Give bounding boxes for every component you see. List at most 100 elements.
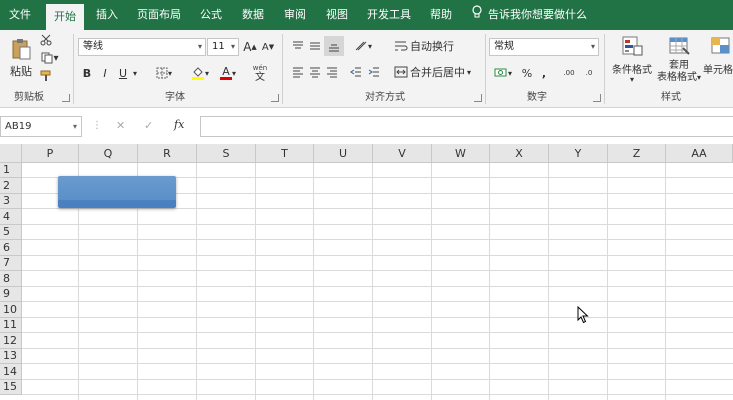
- conditional-formatting-button[interactable]: 条件格式 ▾: [609, 34, 655, 88]
- gridline: [22, 224, 733, 225]
- decrease-indent-icon: [350, 67, 361, 77]
- percent-button[interactable]: %: [520, 64, 534, 82]
- align-middle-button[interactable]: [307, 38, 323, 54]
- shrink-font-button[interactable]: A ▼: [260, 38, 276, 56]
- borders-button[interactable]: ▾: [150, 64, 178, 82]
- merge-cells-icon: [394, 66, 408, 78]
- column-header[interactable]: W: [432, 144, 490, 163]
- column-header[interactable]: S: [197, 144, 256, 163]
- decrease-indent-button[interactable]: [348, 64, 364, 80]
- row-header[interactable]: 8: [0, 271, 22, 287]
- font-launcher-icon[interactable]: [271, 94, 279, 102]
- accounting-format-button[interactable]: ▾: [490, 64, 516, 82]
- row-header[interactable]: 14: [0, 364, 22, 380]
- cell-styles-button[interactable]: 单元格: [703, 34, 733, 88]
- gridline: [489, 163, 490, 400]
- tab-home[interactable]: 开始: [46, 4, 84, 30]
- column-header[interactable]: Z: [608, 144, 666, 163]
- row-header[interactable]: 6: [0, 240, 22, 256]
- paint-bucket-icon: [191, 67, 204, 80]
- tab-developer[interactable]: 开发工具: [360, 0, 418, 30]
- comma-button[interactable]: ,: [538, 64, 550, 82]
- tab-view[interactable]: 视图: [318, 0, 356, 30]
- tab-help[interactable]: 帮助: [422, 0, 460, 30]
- select-all-corner[interactable]: [0, 144, 22, 163]
- row-header[interactable]: 11: [0, 318, 22, 333]
- gridline: [22, 239, 733, 240]
- column-header[interactable]: Y: [549, 144, 608, 163]
- tab-formulas[interactable]: 公式: [192, 0, 230, 30]
- enter-entry-icon[interactable]: ✓: [144, 119, 153, 132]
- worksheet-grid[interactable]: P Q R S T U V W X Y Z AA 1 2 3 4 5 6 7 8…: [0, 144, 733, 400]
- font-name-select[interactable]: 等线 ▾: [78, 38, 206, 56]
- clipboard-launcher-icon[interactable]: [62, 94, 70, 102]
- font-color-button[interactable]: A ▾: [214, 64, 242, 82]
- row-header[interactable]: 4: [0, 209, 22, 225]
- align-bottom-button[interactable]: [324, 36, 344, 56]
- italic-button[interactable]: I: [98, 64, 112, 82]
- column-header[interactable]: P: [22, 144, 79, 163]
- row-header[interactable]: 5: [0, 225, 22, 240]
- row-header[interactable]: 15: [0, 380, 22, 395]
- borders-icon: [156, 67, 168, 79]
- gridline: [548, 163, 549, 400]
- row-header[interactable]: 10: [0, 302, 22, 318]
- rectangle-shape[interactable]: [58, 176, 176, 208]
- tab-file[interactable]: 文件: [0, 0, 40, 30]
- bold-button[interactable]: B: [80, 64, 94, 82]
- number-format-select[interactable]: 常规 ▾: [489, 38, 599, 56]
- decrease-decimal-button[interactable]: .0: [580, 64, 598, 82]
- tab-insert[interactable]: 插入: [88, 0, 126, 30]
- increase-indent-button[interactable]: [366, 64, 382, 80]
- align-top-button[interactable]: [290, 38, 306, 54]
- name-box[interactable]: AB19 ▾: [0, 116, 82, 137]
- gridline: [22, 286, 733, 287]
- row-header[interactable]: 9: [0, 287, 22, 302]
- merge-center-button[interactable]: 合并后居中 ▾: [394, 62, 474, 82]
- row-header[interactable]: 13: [0, 349, 22, 364]
- grow-font-button[interactable]: A ▲: [242, 38, 258, 56]
- format-as-table-button[interactable]: 套用 表格格式 ▾: [656, 34, 702, 88]
- paste-button[interactable]: 粘贴: [6, 34, 36, 82]
- column-header[interactable]: T: [256, 144, 314, 163]
- row-header[interactable]: 3: [0, 194, 22, 209]
- cut-button[interactable]: [38, 32, 54, 48]
- orientation-button[interactable]: ▾: [350, 38, 376, 54]
- gridline: [665, 163, 666, 400]
- cancel-entry-icon[interactable]: ✕: [116, 119, 125, 132]
- column-header[interactable]: V: [373, 144, 432, 163]
- copy-icon: [41, 52, 53, 64]
- underline-button[interactable]: U: [116, 64, 130, 82]
- tell-me-search[interactable]: 告诉我你想要做什么: [470, 0, 587, 30]
- fill-color-button[interactable]: ▾: [186, 64, 214, 82]
- align-left-button[interactable]: [290, 64, 306, 80]
- align-center-button[interactable]: [307, 64, 323, 80]
- format-painter-button[interactable]: [38, 68, 54, 84]
- alignment-launcher-icon[interactable]: [474, 94, 482, 102]
- row-header[interactable]: 1: [0, 163, 22, 178]
- column-header[interactable]: Q: [79, 144, 138, 163]
- number-launcher-icon[interactable]: [593, 94, 601, 102]
- align-top-icon: [293, 41, 303, 49]
- gridline: [313, 163, 314, 400]
- column-header[interactable]: AA: [666, 144, 733, 163]
- wrap-text-button[interactable]: 自动换行: [394, 36, 454, 56]
- phonetic-char: 文: [255, 72, 265, 83]
- tab-data[interactable]: 数据: [234, 0, 272, 30]
- tab-page-layout[interactable]: 页面布局: [130, 0, 188, 30]
- increase-decimal-button[interactable]: .00: [560, 64, 578, 82]
- column-header[interactable]: R: [138, 144, 197, 163]
- underline-dropdown-icon[interactable]: ▾: [130, 64, 140, 82]
- tab-review[interactable]: 审阅: [276, 0, 314, 30]
- column-header[interactable]: X: [490, 144, 549, 163]
- copy-button[interactable]: ▾: [38, 50, 62, 66]
- row-header[interactable]: 7: [0, 256, 22, 271]
- font-size-select[interactable]: 11 ▾: [207, 38, 239, 56]
- row-header[interactable]: 12: [0, 333, 22, 349]
- row-header[interactable]: 2: [0, 178, 22, 194]
- insert-function-icon[interactable]: fx: [174, 118, 184, 131]
- formula-input[interactable]: [200, 116, 733, 137]
- column-header[interactable]: U: [314, 144, 373, 163]
- align-right-button[interactable]: [324, 64, 340, 80]
- phonetic-guide-button[interactable]: wén 文: [248, 60, 272, 86]
